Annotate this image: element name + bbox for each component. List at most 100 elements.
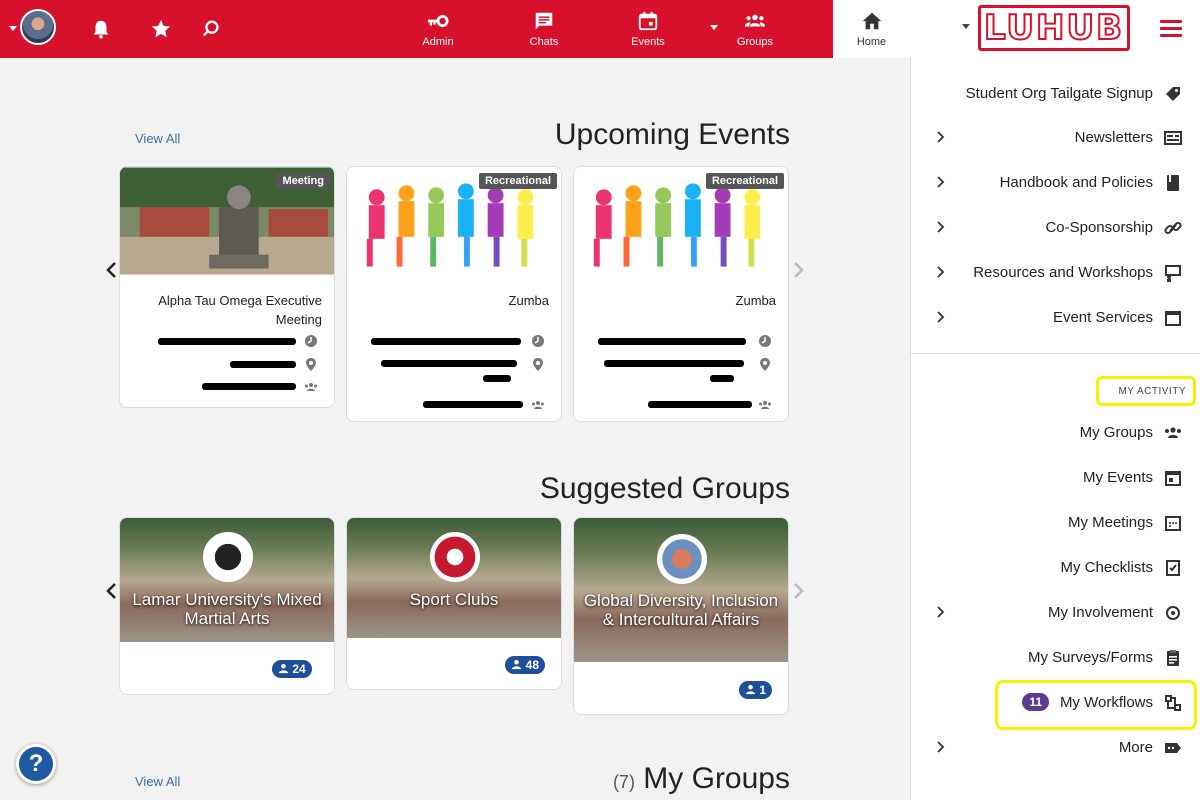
person-icon xyxy=(512,659,522,670)
member-count: 1 xyxy=(759,683,766,697)
chevron-right-icon xyxy=(937,221,945,233)
workflows-highlight xyxy=(995,680,1197,730)
location-pin-icon xyxy=(760,358,770,371)
member-count-badge: 48 xyxy=(505,656,545,674)
tab-chats[interactable]: Chats xyxy=(516,0,572,58)
member-count-badge: 24 xyxy=(272,660,312,678)
sidebar-item-event-services[interactable]: Event Services xyxy=(911,300,1200,336)
group-name: Sport Clubs xyxy=(409,590,499,609)
person-icon xyxy=(278,663,289,674)
clipboard-icon xyxy=(1167,650,1179,666)
sidebar-item-my-meetings[interactable]: My Meetings xyxy=(911,505,1200,541)
sidebar-item-label: My Events xyxy=(1082,469,1153,486)
sidebar-item-tailgate-signup[interactable]: Student Org Tailgate Signup xyxy=(911,76,1200,112)
event-title: Alpha Tau Omega Executive Meeting xyxy=(158,293,322,327)
my-groups-title: (7) My Groups xyxy=(613,762,790,796)
redacted-location xyxy=(483,375,511,382)
events-view-all-link[interactable]: View All xyxy=(135,131,180,146)
calendar-outline-icon xyxy=(1165,311,1181,326)
book-icon xyxy=(1167,175,1179,191)
location-pin-icon xyxy=(306,358,316,371)
events-prev-arrow-icon[interactable] xyxy=(104,261,118,279)
sidebar-item-my-events[interactable]: My Events xyxy=(911,460,1200,496)
tab-groups[interactable]: Groups xyxy=(722,0,788,58)
sidebar-item-label: My Checklists xyxy=(1060,559,1153,576)
clock-icon xyxy=(532,335,544,347)
event-card[interactable]: Meeting Alpha Tau Omega Executive Meetin… xyxy=(119,166,335,408)
groups-next-arrow-icon[interactable] xyxy=(792,582,806,600)
calendar-icon xyxy=(638,11,658,31)
redacted-date xyxy=(598,338,746,345)
involvement-icon xyxy=(1166,606,1180,620)
person-icon xyxy=(745,684,756,695)
sidebar-item-my-groups[interactable]: My Groups xyxy=(911,415,1200,451)
sidebar-item-label: More xyxy=(1118,739,1153,756)
chevron-right-icon xyxy=(937,606,945,618)
groups-prev-arrow-icon[interactable] xyxy=(104,582,118,600)
redacted-organizer xyxy=(648,401,752,408)
my-activity-heading: MY ACTIVITY xyxy=(1096,376,1196,406)
event-category-badge: Recreational xyxy=(478,173,557,189)
avatar-dropdown-caret-icon[interactable] xyxy=(9,26,17,31)
redacted-location xyxy=(604,360,744,367)
redacted-location xyxy=(710,375,734,382)
my-activity-label: MY ACTIVITY xyxy=(1118,386,1186,397)
menu-toggle-icon[interactable] xyxy=(1160,20,1182,38)
sidebar-item-label: Newsletters xyxy=(1074,129,1153,146)
sidebar-item-label: My Involvement xyxy=(1047,604,1153,621)
sidebar-item-my-surveys[interactable]: My Surveys/Forms xyxy=(911,640,1200,676)
sidebar-item-co-sponsorship[interactable]: Co-Sponsorship xyxy=(911,210,1200,246)
upcoming-events-title: Upcoming Events xyxy=(554,118,790,151)
sidebar-item-my-involvement[interactable]: My Involvement xyxy=(911,595,1200,631)
tab-admin[interactable]: Admin xyxy=(410,0,466,58)
sidebar-item-handbook[interactable]: Handbook and Policies xyxy=(911,165,1200,201)
sidebar-item-resources[interactable]: Resources and Workshops xyxy=(911,255,1200,291)
event-card[interactable]: Recreational Zumba xyxy=(573,166,789,422)
redacted-location xyxy=(230,361,296,368)
group-card[interactable]: Sport Clubs 48 xyxy=(346,517,562,690)
location-pin-icon xyxy=(533,358,543,371)
sidebar-item-my-checklists[interactable]: My Checklists xyxy=(911,550,1200,586)
group-name: Global Diversity, Inclusion & Intercultu… xyxy=(583,591,779,629)
sidebar-divider xyxy=(911,353,1200,354)
chevron-right-icon xyxy=(937,131,945,143)
logo-dropdown-caret-icon[interactable] xyxy=(962,24,970,29)
sidebar-item-label: Handbook and Policies xyxy=(999,174,1153,191)
tab-events[interactable]: Events xyxy=(620,0,676,58)
help-button[interactable]: ? xyxy=(16,744,56,784)
label-icon xyxy=(1165,743,1181,753)
events-next-arrow-icon[interactable] xyxy=(792,261,806,279)
key-icon xyxy=(427,15,449,27)
luhub-logo[interactable]: LUHUB xyxy=(978,5,1130,51)
event-card[interactable]: Recreational Zumba xyxy=(346,166,562,422)
sidebar-item-more[interactable]: More xyxy=(911,730,1200,766)
event-title: Zumba xyxy=(735,293,776,308)
people-icon xyxy=(759,401,771,409)
search-icon[interactable] xyxy=(200,18,222,40)
redacted-date xyxy=(158,338,296,345)
sidebar-item-label: Student Org Tailgate Signup xyxy=(965,85,1153,102)
calendar-icon xyxy=(1165,471,1181,486)
tab-admin-label: Admin xyxy=(422,36,454,48)
tab-home[interactable]: Home xyxy=(833,0,910,58)
sidebar: Student Org Tailgate Signup Newsletters … xyxy=(910,58,1200,800)
redacted-date xyxy=(371,338,521,345)
star-icon[interactable] xyxy=(150,18,172,40)
group-card[interactable]: Lamar University's Mixed Martial Arts 24 xyxy=(119,517,335,695)
chat-icon xyxy=(535,12,553,30)
event-category-badge: Recreational xyxy=(705,173,784,189)
tab-home-label: Home xyxy=(856,36,887,48)
member-count: 48 xyxy=(525,658,539,672)
bell-icon[interactable] xyxy=(90,18,112,40)
group-logo xyxy=(657,534,707,584)
tab-groups-label: Groups xyxy=(736,36,774,48)
group-card[interactable]: Global Diversity, Inclusion & Intercultu… xyxy=(573,517,789,715)
home-icon xyxy=(862,12,881,30)
user-avatar[interactable] xyxy=(20,9,56,45)
my-groups-count: (7) xyxy=(612,772,635,792)
my-groups-view-all-link[interactable]: View All xyxy=(135,774,180,789)
chevron-right-icon xyxy=(937,266,945,278)
groups-dropdown-caret-icon[interactable] xyxy=(710,25,718,30)
sidebar-item-newsletters[interactable]: Newsletters xyxy=(911,120,1200,156)
group-logo xyxy=(430,532,480,582)
